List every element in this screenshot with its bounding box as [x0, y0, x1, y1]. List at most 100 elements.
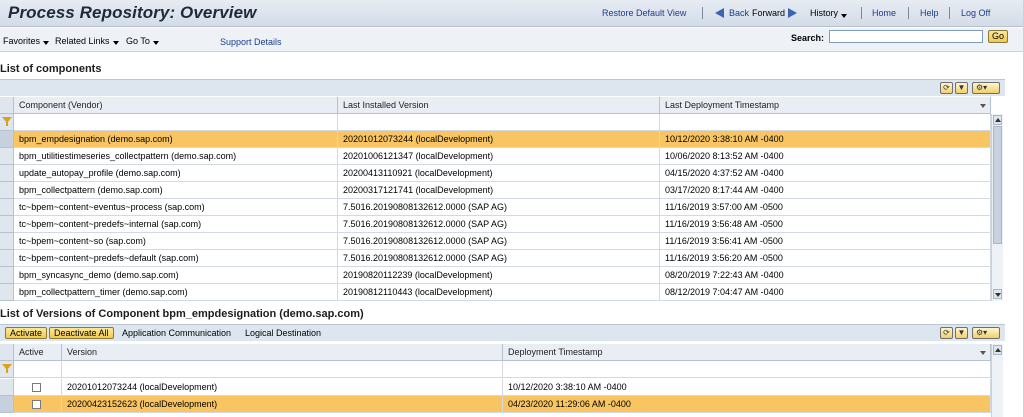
column-header-label: Deployment Timestamp — [508, 347, 603, 357]
row-selector[interactable] — [0, 284, 14, 301]
go-button[interactable]: Go — [988, 30, 1008, 43]
scrollbar-thumb[interactable] — [993, 126, 1002, 244]
home-link[interactable]: Home — [872, 8, 896, 18]
active-checkbox[interactable] — [32, 383, 41, 392]
page-header: Process Repository: Overview Restore Def… — [0, 0, 1023, 27]
table-row[interactable]: bpm_collectpattern_timer (demo.sap.com) 2… — [0, 284, 991, 301]
row-selector[interactable] — [0, 216, 14, 233]
funnel-icon[interactable] — [2, 364, 12, 373]
cell-version: 7.5016.20190808132612.0000 (SAP AG) — [338, 250, 660, 267]
filter-input-version[interactable] — [62, 361, 503, 378]
versions-vertical-scrollbar[interactable] — [991, 344, 1003, 417]
cell-component: update_autopay_profile (demo.sap.com) — [14, 165, 338, 182]
filter-input-version[interactable] — [338, 114, 660, 131]
filter-input-timestamp[interactable] — [660, 114, 991, 131]
logical-destination-button[interactable]: Logical Destination — [245, 328, 321, 338]
top-toolbar: Favorites Related Links Go To Support De… — [0, 28, 1023, 52]
application-communication-button[interactable]: Application Communication — [122, 328, 231, 338]
select-all-cell[interactable] — [0, 97, 14, 114]
table-row[interactable]: tc~bpem~content~predefs~default (sap.com… — [0, 250, 991, 267]
row-selector[interactable] — [0, 233, 14, 250]
filter-toggle-cell[interactable] — [0, 114, 14, 131]
forward-arrow-icon[interactable] — [788, 8, 797, 18]
row-selector[interactable] — [0, 379, 14, 396]
settings-wrench-icon[interactable]: ⚙▾ — [972, 327, 1000, 339]
select-all-cell[interactable] — [0, 344, 14, 361]
row-selector[interactable] — [0, 199, 14, 216]
versions-section-title: List of Versions of Component bpm_empdes… — [0, 308, 364, 320]
history-menu[interactable]: History — [810, 8, 847, 18]
cell-timestamp: 04/23/2020 11:29:06 AM -0400 — [503, 396, 991, 413]
table-row[interactable]: bpm_syncasync_demo (demo.sap.com) 2019082… — [0, 267, 991, 284]
cell-timestamp: 10/12/2020 3:38:10 AM -0400 — [660, 131, 991, 148]
table-row[interactable]: 20200423152623 (localDevelopment) 04/23/2… — [0, 396, 991, 413]
sort-arrow-icon[interactable] — [980, 104, 986, 108]
activate-button[interactable]: Activate — [5, 327, 48, 339]
row-selector[interactable] — [0, 182, 14, 199]
column-header-active[interactable]: Active — [14, 344, 62, 361]
cell-version: 7.5016.20190808132612.0000 (SAP AG) — [338, 233, 660, 250]
cell-component: bpm_collectpattern (demo.sap.com) — [14, 182, 338, 199]
table-row[interactable]: 20201012073244 (localDevelopment) 10/12/2… — [0, 379, 991, 396]
table-row[interactable]: bpm_collectpattern (demo.sap.com) 2020031… — [0, 182, 991, 199]
cell-component: tc~bpem~content~eventus~process (sap.com… — [14, 199, 338, 216]
row-selector[interactable] — [0, 131, 14, 148]
table-row[interactable]: bpm_empdesignation (demo.sap.com) 2020101… — [0, 131, 991, 148]
table-row[interactable]: bpm_utilitiestimeseries_collectpattern (… — [0, 148, 991, 165]
components-section-title: List of components — [0, 63, 102, 75]
restore-default-view-link[interactable]: Restore Default View — [602, 8, 686, 18]
versions-grid-toolbar: Activate Deactivate All Application Comm… — [0, 324, 1005, 341]
deactivate-all-button[interactable]: Deactivate All — [49, 327, 114, 339]
column-header-last-installed-version[interactable]: Last Installed Version — [338, 97, 660, 114]
refresh-icon[interactable]: ⟳ — [940, 327, 953, 339]
table-row[interactable]: tc~bpem~content~predefs~internal (sap.co… — [0, 216, 991, 233]
filter-toggle-cell[interactable] — [0, 361, 14, 378]
cell-version: 20200413110921 (localDevelopment) — [338, 165, 660, 182]
components-filter-row — [0, 114, 991, 131]
cell-component: bpm_syncasync_demo (demo.sap.com) — [14, 267, 338, 284]
components-vertical-scrollbar[interactable] — [991, 114, 1003, 301]
filter-input-active[interactable] — [14, 361, 62, 378]
cell-timestamp: 04/15/2020 4:37:52 AM -0400 — [660, 165, 991, 182]
cell-version: 20190812110443 (localDevelopment) — [338, 284, 660, 301]
cell-timestamp: 10/12/2020 3:38:10 AM -0400 — [503, 379, 991, 396]
filter-icon[interactable]: ▼ — [955, 327, 968, 339]
row-selector[interactable] — [0, 250, 14, 267]
column-header-deployment-timestamp[interactable]: Deployment Timestamp — [503, 344, 991, 361]
filter-icon[interactable]: ▼ — [955, 82, 968, 94]
logoff-link[interactable]: Log Off — [961, 8, 990, 18]
back-link[interactable]: Back — [729, 8, 749, 18]
filter-input-component[interactable] — [14, 114, 338, 131]
favorites-menu[interactable]: Favorites — [3, 36, 50, 46]
table-row[interactable]: update_autopay_profile (demo.sap.com) 202… — [0, 165, 991, 182]
cell-component: tc~bpem~content~predefs~internal (sap.co… — [14, 216, 338, 233]
go-to-menu[interactable]: Go To — [126, 36, 159, 46]
row-selector[interactable] — [0, 148, 14, 165]
header-separator — [861, 7, 862, 19]
row-selector[interactable] — [0, 396, 14, 413]
refresh-icon[interactable]: ⟳ — [940, 82, 953, 94]
row-selector[interactable] — [0, 267, 14, 284]
filter-input-timestamp[interactable] — [503, 361, 991, 378]
column-header-version[interactable]: Version — [62, 344, 503, 361]
column-header-last-deployment-timestamp[interactable]: Last Deployment Timestamp — [660, 97, 991, 114]
back-arrow-icon[interactable] — [715, 8, 724, 18]
forward-link[interactable]: Forward — [752, 8, 785, 18]
column-header-component[interactable]: Component (Vendor) — [14, 97, 338, 114]
search-input[interactable] — [829, 30, 983, 43]
table-row[interactable]: tc~bpem~content~so (sap.com) 7.5016.20190… — [0, 233, 991, 250]
scroll-up-icon[interactable] — [993, 115, 1002, 125]
related-links-menu[interactable]: Related Links — [55, 36, 119, 46]
active-checkbox[interactable] — [32, 400, 41, 409]
row-selector[interactable] — [0, 165, 14, 182]
funnel-icon[interactable] — [2, 117, 12, 126]
settings-wrench-icon[interactable]: ⚙▾ — [972, 82, 1000, 94]
help-link[interactable]: Help — [920, 8, 939, 18]
versions-header-row: Active Version Deployment Timestamp — [0, 344, 991, 361]
scroll-down-icon[interactable] — [993, 289, 1002, 299]
scroll-up-icon[interactable] — [993, 345, 1002, 355]
table-row[interactable]: tc~bpem~content~eventus~process (sap.com… — [0, 199, 991, 216]
sort-arrow-icon[interactable] — [980, 351, 986, 355]
cell-timestamp: 11/16/2019 3:57:00 AM -0500 — [660, 199, 991, 216]
support-details-link[interactable]: Support Details — [220, 37, 282, 47]
